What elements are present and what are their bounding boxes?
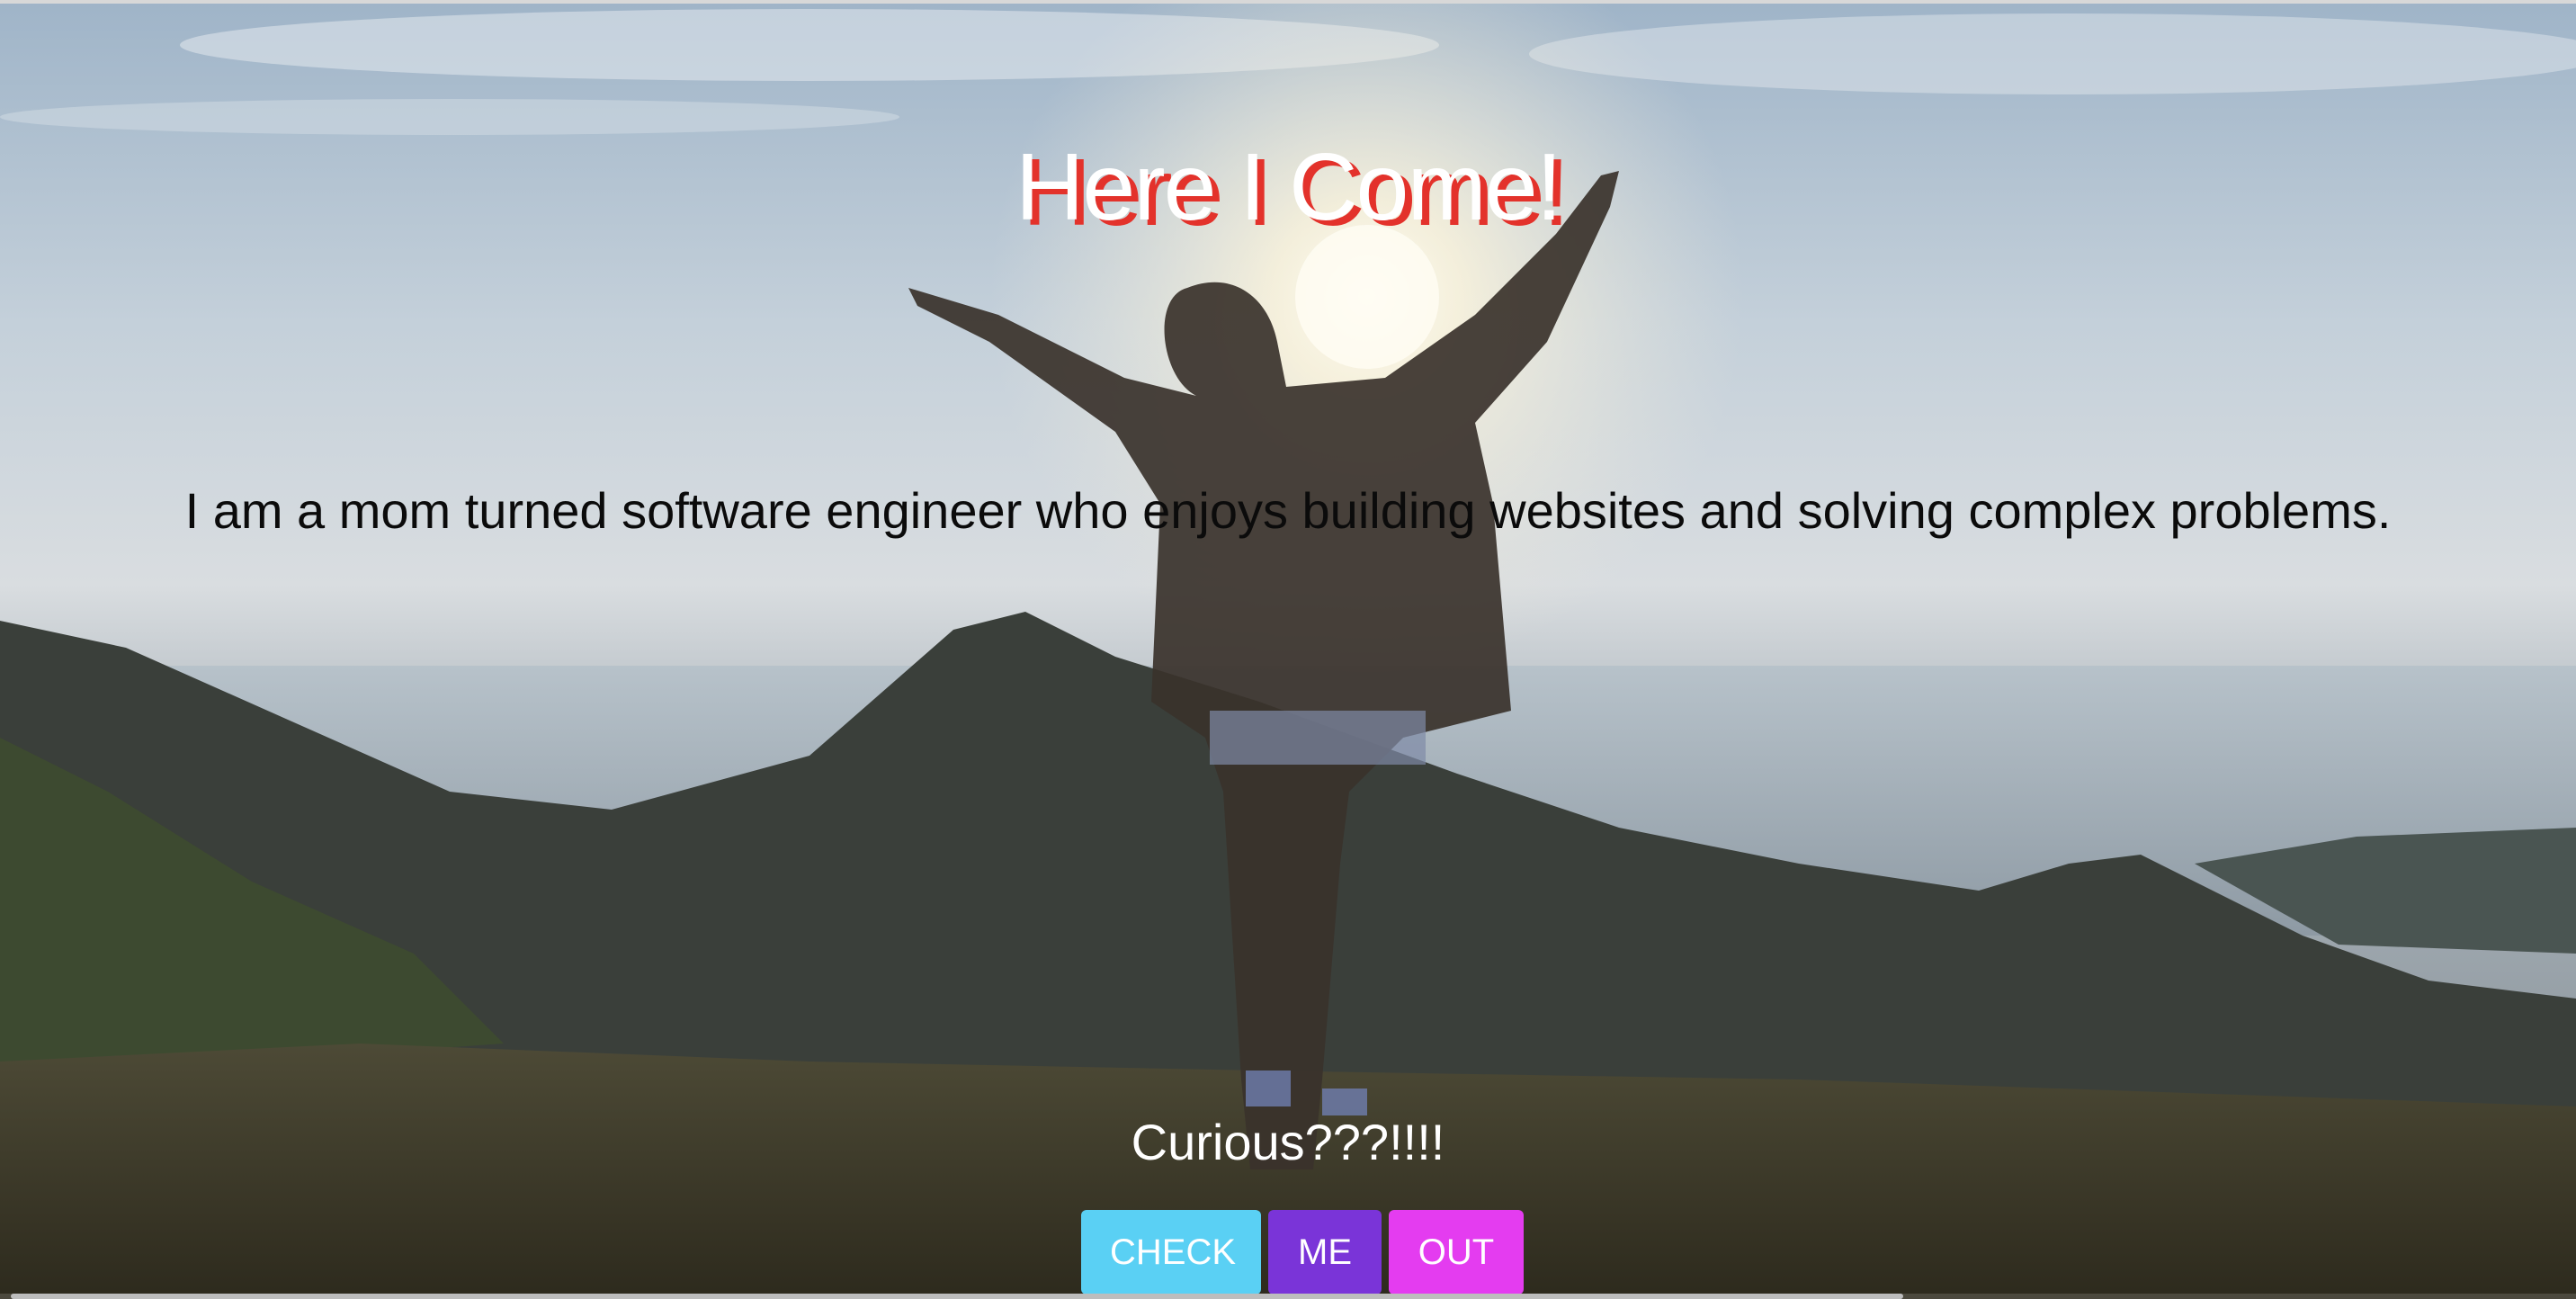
check-button[interactable]: CHECK bbox=[1081, 1210, 1261, 1295]
bio-text: I am a mom turned software engineer who … bbox=[184, 482, 2392, 539]
curious-text: Curious???!!!! bbox=[1131, 1114, 1445, 1170]
window-top-edge bbox=[0, 0, 2576, 4]
out-button[interactable]: OUT bbox=[1389, 1210, 1524, 1295]
me-button[interactable]: ME bbox=[1268, 1210, 1382, 1295]
hero-headline: Here I Come! bbox=[1015, 134, 1562, 240]
horizontal-scrollbar-thumb[interactable] bbox=[11, 1294, 1903, 1299]
page: Here I Come! I am a mom turned software … bbox=[0, 0, 2576, 1299]
call-to-action-buttons: CHECK ME OUT bbox=[1081, 1210, 1524, 1295]
